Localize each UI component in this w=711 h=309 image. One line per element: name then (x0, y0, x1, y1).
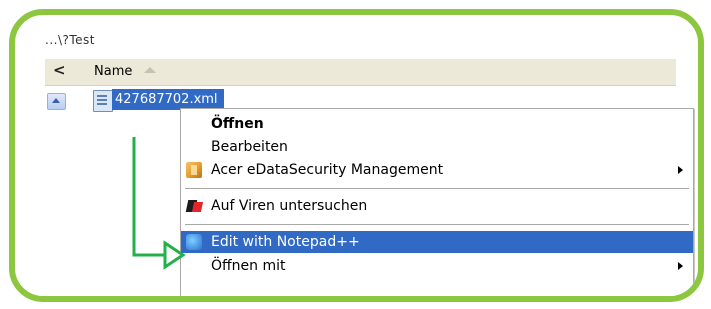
green-arrow-annotation (132, 137, 186, 270)
screenshot-frame: ...\?Test < Name 427687702.xml Öffnen Be… (9, 9, 704, 302)
